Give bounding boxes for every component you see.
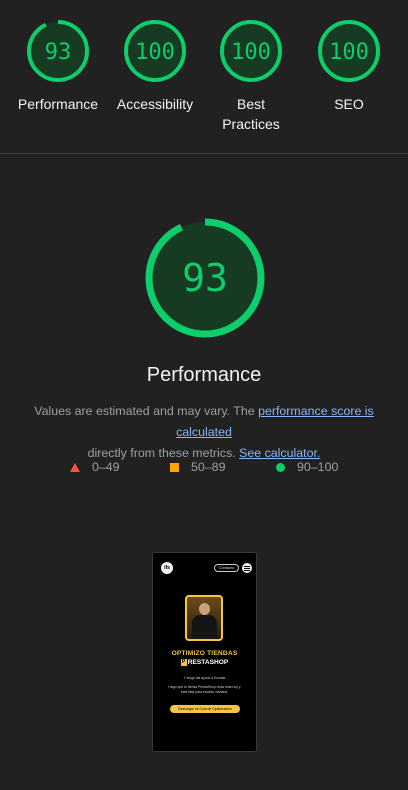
legend-range: 0–49 [92,460,120,474]
prestashop-mark: P [180,659,187,666]
score-gauge-seo[interactable]: 100 SEO [300,18,398,114]
gauge-score: 93 [45,40,72,65]
gauge-label: Accessibility [116,96,194,112]
profile-photo [185,595,223,641]
score-description: Values are estimated and may vary. The p… [8,401,400,464]
prestashop-wordmark: RESTASHOP [187,659,229,666]
legend-range: 50–89 [191,460,226,474]
score-gauge-accessibility[interactable]: 100 Accessibility [106,18,204,114]
gauge-ring: 100 [124,20,186,82]
section-divider [0,153,408,154]
gauge-ring: 100 [318,20,380,82]
gauge-ring: 93 [27,20,89,82]
gauge-score: 100 [329,40,369,65]
performance-score-value: 93 [182,256,228,300]
gauge-label: SEO [334,96,364,112]
description-text: Values are estimated and may vary. The [34,404,259,418]
thumbnail-text-2: esté lista para escalar mañana. [180,690,229,694]
thumbnail-subtitle: Y luego las ayudo a Escalar [183,676,226,680]
category-scores: 93 Performance 100 Accessibility 100 Bes… [0,0,408,153]
thumbnail-headline: OPTIMIZO TIENDAS [171,650,238,657]
legend-fail: 0–49 [70,458,120,476]
legend-range: 90–100 [297,460,339,474]
site-logo: ifs [161,562,173,574]
gauge-score: 100 [231,40,271,65]
gauge-ring: 100 [220,20,282,82]
gauge-label: Best Practices [222,96,280,132]
performance-title: Performance [146,364,262,386]
contact-pill: Contacto [214,564,239,572]
performance-score-gauge: 93 [145,218,265,338]
legend-average: 50–89 [170,458,225,476]
gauge-score: 100 [135,40,175,65]
thumbnail-cta-button: Descargar mi Guía de Optimización [170,705,240,713]
square-icon [170,462,179,472]
menu-icon [242,563,252,573]
circle-icon [276,462,285,472]
score-gauge-performance[interactable]: 93 Performance [9,18,107,114]
legend-pass: 90–100 [276,458,338,476]
gauge-label: Performance [17,96,99,112]
score-gauge-best-practices[interactable]: 100 Best Practices [202,18,300,134]
final-screenshot[interactable]: ifs Contacto OPTIMIZO TIENDAS P RESTASHOP… [152,552,257,752]
triangle-icon [70,462,80,472]
prestashop-logo: P RESTASHOP [153,659,256,666]
